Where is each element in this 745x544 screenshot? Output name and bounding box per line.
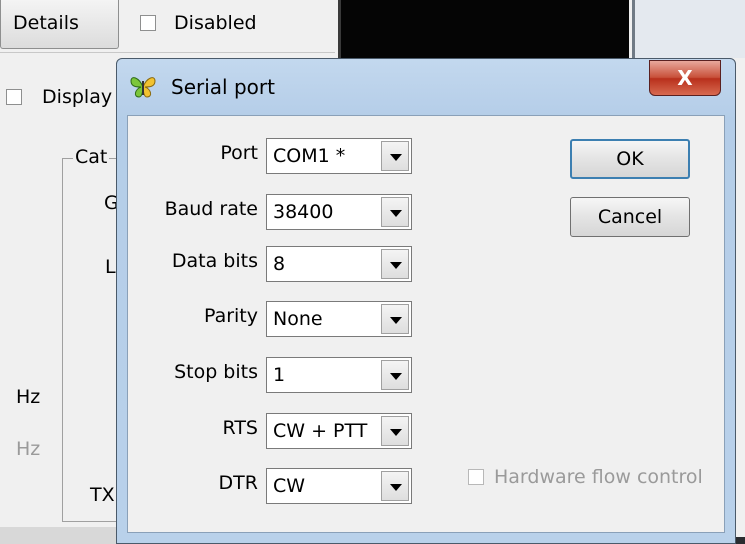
chevron-down-icon[interactable] (381, 249, 409, 279)
rts-select[interactable]: CW + PTT (266, 413, 412, 449)
port-value: COM1 * (273, 145, 346, 167)
dialog-client-area: Port COM1 * Baud rate 38400 Data bits 8 … (127, 115, 725, 533)
background-tx-label: TX (90, 484, 115, 506)
background-bottom-strip (0, 527, 120, 544)
data-bits-label: Data bits (171, 250, 258, 272)
background-separator (0, 52, 335, 53)
disabled-checkbox[interactable] (140, 15, 156, 31)
background-hz-label-disabled: Hz (16, 438, 41, 460)
parity-label: Parity (203, 305, 258, 327)
cancel-button[interactable]: Cancel (570, 197, 690, 237)
chevron-down-icon[interactable] (381, 304, 409, 334)
port-label: Port (220, 142, 258, 164)
stop-bits-value: 1 (273, 364, 286, 386)
chevron-down-icon[interactable] (381, 471, 409, 501)
hardware-flow-control-row[interactable]: Hardware flow control (468, 466, 703, 488)
dtr-select[interactable]: CW (266, 468, 412, 504)
butterfly-icon (130, 77, 156, 98)
dtr-value: CW (273, 475, 306, 497)
disabled-label: Disabled (174, 12, 257, 34)
hardware-flow-control-checkbox[interactable] (468, 469, 484, 485)
background-hz-label: Hz (16, 386, 41, 408)
background-window-edge (632, 0, 745, 58)
parity-value: None (273, 308, 323, 330)
display-checkbox[interactable] (6, 89, 22, 105)
rts-label: RTS (222, 417, 259, 439)
chevron-down-icon[interactable] (381, 197, 409, 227)
baud-rate-select[interactable]: 38400 (266, 194, 412, 230)
close-button[interactable]: X (649, 60, 721, 96)
stop-bits-label: Stop bits (174, 361, 258, 383)
serial-port-dialog: Serial port X Port COM1 * Baud rate 3840… (116, 58, 736, 544)
background-dark-panel (338, 0, 629, 58)
disabled-checkbox-row[interactable]: Disabled (140, 12, 257, 34)
details-tab[interactable]: Details (0, 0, 119, 49)
close-icon: X (677, 66, 693, 90)
display-checkbox-row[interactable]: Display (6, 86, 112, 108)
baud-rate-label: Baud rate (164, 198, 258, 220)
baud-rate-value: 38400 (273, 201, 334, 223)
rts-value: CW + PTT (273, 420, 368, 442)
details-tab-label: Details (13, 12, 79, 34)
data-bits-select[interactable]: 8 (266, 246, 412, 282)
parity-select[interactable]: None (266, 301, 412, 337)
ok-button[interactable]: OK (570, 139, 690, 179)
hardware-flow-control-label: Hardware flow control (494, 466, 703, 488)
dialog-title: Serial port (171, 75, 275, 99)
data-bits-value: 8 (273, 253, 286, 275)
stop-bits-select[interactable]: 1 (266, 357, 412, 393)
chevron-down-icon[interactable] (381, 416, 409, 446)
dialog-titlebar[interactable]: Serial port X (117, 59, 735, 119)
chevron-down-icon[interactable] (381, 141, 409, 171)
cat-group-label: Cat (73, 146, 110, 168)
background-label-l: L (105, 256, 116, 278)
port-select[interactable]: COM1 * (266, 138, 412, 174)
chevron-down-icon[interactable] (381, 360, 409, 390)
dtr-label: DTR (218, 472, 258, 494)
display-label: Display (42, 86, 113, 108)
